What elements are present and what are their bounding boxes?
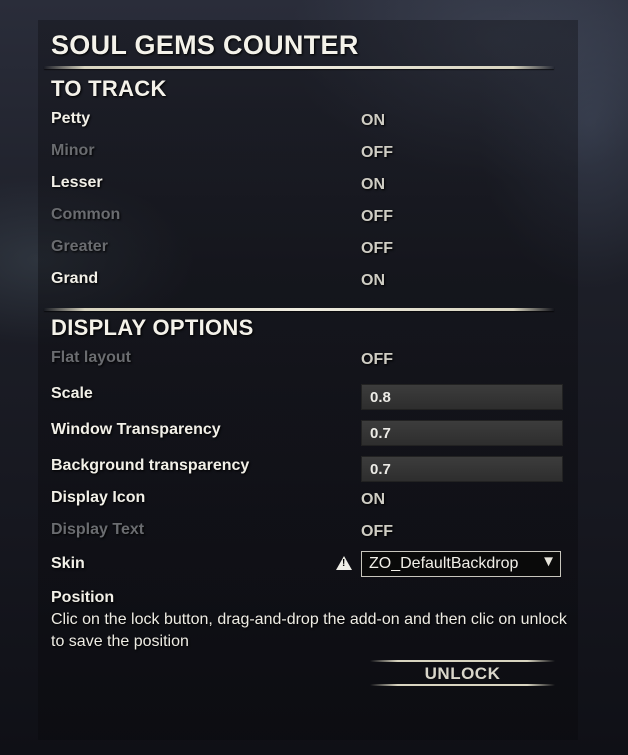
flat-layout-toggle[interactable]: OFF (361, 351, 393, 369)
grand-toggle[interactable]: ON (361, 272, 385, 290)
background-transparency-value: 0.7 (370, 461, 391, 478)
minor-label: Minor (51, 142, 95, 159)
warning-icon (336, 556, 352, 570)
background-transparency-label: Background transparency (51, 457, 250, 474)
scale-label: Scale (51, 385, 93, 402)
title-divider (44, 66, 554, 69)
section-divider (44, 308, 554, 311)
greater-label: Greater (51, 238, 108, 255)
display-options-heading: DISPLAY OPTIONS (51, 315, 254, 340)
common-toggle[interactable]: OFF (361, 208, 393, 226)
to-track-heading: TO TRACK (51, 76, 167, 101)
window-transparency-label: Window Transparency (51, 421, 221, 438)
petty-label: Petty (51, 110, 91, 127)
position-description: Clic on the lock button, drag-and-drop t… (51, 611, 567, 650)
scale-slider[interactable]: 0.8 (361, 384, 563, 410)
lesser-label: Lesser (51, 174, 103, 191)
display-text-toggle[interactable]: OFF (361, 523, 393, 541)
scale-value: 0.8 (370, 389, 391, 406)
common-label: Common (51, 206, 121, 223)
unlock-button[interactable]: UNLOCK (370, 660, 555, 686)
lesser-toggle[interactable]: ON (361, 176, 385, 194)
unlock-button-label: UNLOCK (424, 664, 501, 683)
grand-label: Grand (51, 270, 99, 287)
window-transparency-value: 0.7 (370, 425, 391, 442)
minor-toggle[interactable]: OFF (361, 144, 393, 162)
background-transparency-slider[interactable]: 0.7 (361, 456, 563, 482)
greater-toggle[interactable]: OFF (361, 240, 393, 258)
chevron-down-icon: ▼ (541, 553, 556, 570)
unlock-bottom-border (370, 684, 555, 686)
display-text-label: Display Text (51, 521, 145, 538)
display-icon-label: Display Icon (51, 489, 146, 506)
unlock-top-border (370, 660, 555, 662)
window-transparency-slider[interactable]: 0.7 (361, 420, 563, 446)
skin-dropdown[interactable]: ZO_DefaultBackdrop ▼ (361, 551, 561, 577)
petty-toggle[interactable]: ON (361, 112, 385, 130)
page-title: SOUL GEMS COUNTER (51, 30, 359, 60)
skin-selected-value: ZO_DefaultBackdrop (369, 555, 519, 572)
position-label: Position (51, 589, 115, 606)
skin-label: Skin (51, 555, 85, 572)
display-icon-toggle[interactable]: ON (361, 491, 385, 509)
flat-layout-label: Flat layout (51, 349, 132, 366)
